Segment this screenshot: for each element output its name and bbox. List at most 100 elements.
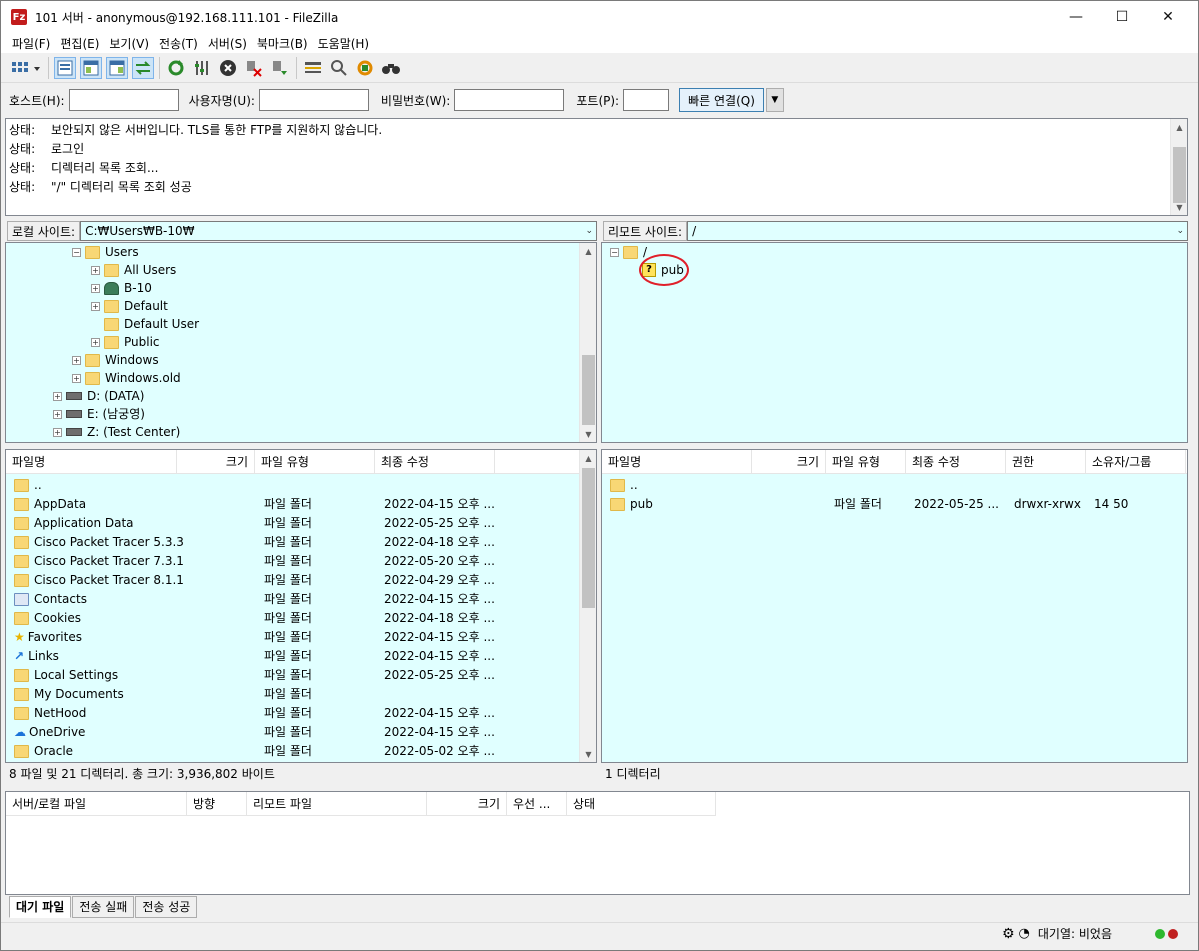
directory-listing-filters-icon[interactable] [302, 57, 324, 79]
tree-item[interactable]: + D: (DATA) [53, 387, 144, 405]
remote-path-input[interactable]: / ⌄ [687, 221, 1188, 241]
expand-icon[interactable]: + [53, 391, 62, 401]
log-scrollbar[interactable]: ▲ ▼ [1170, 119, 1187, 215]
disconnect-icon[interactable] [243, 57, 265, 79]
tree-item[interactable]: + Default [91, 297, 168, 315]
column-server-local-file[interactable]: 서버/로컬 파일 [6, 791, 187, 816]
file-row[interactable]: Cisco Packet Tracer 7.3.1 파일 폴더 2022-05-20… [12, 552, 562, 571]
file-row[interactable]: ☁ OneDrive 파일 폴더 2022-04-15 오후 ... [12, 723, 562, 742]
file-row[interactable]: Oracle 파일 폴더 2022-05-02 오후 ... [12, 742, 562, 761]
password-input[interactable] [454, 89, 565, 111]
collapse-icon[interactable]: − [72, 247, 81, 257]
column-filetype[interactable]: 파일 유형 [255, 450, 375, 474]
column-direction[interactable]: 방향 [187, 791, 247, 816]
tab-successful-transfers[interactable]: 전송 성공 [135, 896, 198, 918]
tree-item[interactable]: + All Users [91, 261, 176, 279]
menu-bookmarks[interactable]: 북마크(B) [252, 35, 313, 52]
column-status[interactable]: 상태 [567, 791, 716, 816]
expand-icon[interactable]: + [53, 427, 62, 437]
expand-icon[interactable]: + [91, 265, 100, 275]
expand-icon[interactable]: + [72, 373, 81, 383]
file-row[interactable]: .. [608, 476, 1172, 495]
column-filename[interactable]: 파일명 [6, 450, 177, 474]
message-log[interactable]: 상태: 보안되지 않은 서버입니다. TLS를 통한 FTP를 지원하지 않습니다… [5, 118, 1188, 216]
file-row[interactable]: Cookies 파일 폴더 2022-04-18 오후 ... [12, 609, 562, 628]
toggle-local-tree-icon[interactable] [80, 56, 102, 79]
close-button[interactable]: ✕ [1145, 1, 1191, 33]
column-size[interactable]: 크기 [427, 791, 507, 816]
file-row[interactable]: My Documents 파일 폴더 [12, 685, 562, 704]
tab-queued-files[interactable]: 대기 파일 [9, 896, 72, 918]
column-size[interactable]: 크기 [177, 450, 255, 474]
menu-file[interactable]: 파일(F) [7, 35, 55, 52]
reconnect-icon[interactable] [269, 57, 291, 79]
process-queue-icon[interactable] [191, 57, 213, 79]
toggle-log-icon[interactable] [54, 56, 76, 79]
column-modified[interactable]: 최종 수정 [906, 450, 1006, 474]
tree-item[interactable]: + Z: (Test Center) [53, 423, 180, 441]
compare-directories-icon[interactable] [328, 57, 350, 79]
file-row[interactable]: Cisco Packet Tracer 5.3.3 파일 폴더 2022-04-18… [12, 533, 562, 552]
local-directory-tree[interactable]: − Users + All Users + B-10 + Default Default Use… [5, 242, 597, 443]
transfer-queue[interactable]: 서버/로컬 파일 방향 리모트 파일 크기 우선 ... 상태 [5, 791, 1190, 895]
synchronized-browsing-icon[interactable] [354, 57, 376, 79]
remote-file-list[interactable]: 파일명 크기 파일 유형 최종 수정 권한 소유자/그룹 .. pub 파일 폴더 2… [601, 449, 1188, 763]
column-modified[interactable]: 최종 수정 [375, 450, 495, 474]
file-row[interactable]: ★ Favorites 파일 폴더 2022-04-15 오후 ... [12, 628, 562, 647]
port-input[interactable] [623, 89, 670, 111]
menu-transfer[interactable]: 전송(T) [154, 35, 203, 52]
file-row[interactable]: Local Settings 파일 폴더 2022-05-25 오후 ... [12, 666, 562, 685]
tab-failed-transfers[interactable]: 전송 실패 [72, 896, 135, 918]
quick-connect-button[interactable]: 빠른 연결(Q) [679, 88, 764, 112]
file-row[interactable]: AppData 파일 폴더 2022-04-15 오후 ... [12, 495, 562, 514]
host-input[interactable] [68, 89, 179, 111]
speed-limit-icon[interactable]: ◔ [1019, 926, 1030, 941]
file-row[interactable]: Application Data 파일 폴더 2022-05-25 오후 ... [12, 514, 562, 533]
column-filename[interactable]: 파일명 [602, 450, 752, 474]
local-tree-scrollbar[interactable]: ▲ ▼ [579, 243, 596, 442]
toggle-remote-tree-icon[interactable] [106, 56, 128, 79]
tree-item[interactable]: + Windows.old [72, 369, 181, 387]
file-row[interactable]: pub 파일 폴더 2022-05-25 ... drwxr-xrwx 14 50 [608, 495, 1172, 514]
menu-view[interactable]: 보기(V) [104, 35, 154, 52]
tree-item[interactable]: + Public [91, 333, 160, 351]
tree-item[interactable]: + E: (남궁영) [53, 405, 145, 423]
column-owner-group[interactable]: 소유자/그룹 [1086, 450, 1186, 474]
file-row[interactable]: ↗ Links 파일 폴더 2022-04-15 오후 ... [12, 647, 562, 666]
remote-directory-tree[interactable]: − /? pub [601, 242, 1188, 443]
tree-item[interactable]: − Users [72, 243, 139, 261]
expand-icon[interactable]: + [91, 301, 100, 311]
username-input[interactable] [258, 89, 369, 111]
menu-edit[interactable]: 편집(E) [55, 35, 104, 52]
search-files-icon[interactable] [380, 57, 402, 79]
tree-item[interactable]: + Windows [72, 351, 159, 369]
minimize-button[interactable]: — [1053, 1, 1099, 33]
file-row[interactable]: Contacts 파일 폴더 2022-04-15 오후 ... [12, 590, 562, 609]
quick-connect-dropdown[interactable]: ▼ [765, 88, 784, 112]
cancel-operation-icon[interactable] [217, 57, 239, 79]
column-priority[interactable]: 우선 ... [507, 791, 567, 816]
gear-icon[interactable]: ⚙ [1002, 926, 1015, 942]
tree-item[interactable]: − / [610, 243, 647, 261]
local-list-scrollbar[interactable]: ▲ ▼ [579, 450, 596, 762]
expand-icon[interactable]: + [72, 355, 81, 365]
tree-item[interactable]: + B-10 [91, 279, 152, 297]
toggle-transfer-queue-icon[interactable] [132, 56, 154, 79]
file-row[interactable]: Cisco Packet Tracer 8.1.1 파일 폴더 2022-04-29… [12, 571, 562, 590]
column-remote-file[interactable]: 리모트 파일 [247, 791, 427, 816]
tree-item[interactable]: Default User [91, 315, 199, 333]
site-manager-icon[interactable] [9, 57, 43, 79]
file-row[interactable]: NetHood 파일 폴더 2022-04-15 오후 ... [12, 704, 562, 723]
file-row[interactable]: .. [12, 476, 562, 495]
menu-server[interactable]: 서버(S) [203, 35, 252, 52]
local-path-input[interactable]: C:₩Users₩B-10₩ ⌄ [80, 221, 597, 241]
maximize-button[interactable]: ☐ [1099, 1, 1145, 33]
column-filetype[interactable]: 파일 유형 [826, 450, 906, 474]
refresh-icon[interactable] [165, 57, 187, 79]
expand-icon[interactable]: + [91, 337, 100, 347]
column-permissions[interactable]: 권한 [1006, 450, 1086, 474]
expand-icon[interactable]: + [91, 283, 100, 293]
local-file-list[interactable]: 파일명 크기 파일 유형 최종 수정 .. AppData 파일 폴더 2022-04… [5, 449, 597, 763]
menu-help[interactable]: 도움말(H) [313, 35, 375, 52]
column-size[interactable]: 크기 [752, 450, 826, 474]
